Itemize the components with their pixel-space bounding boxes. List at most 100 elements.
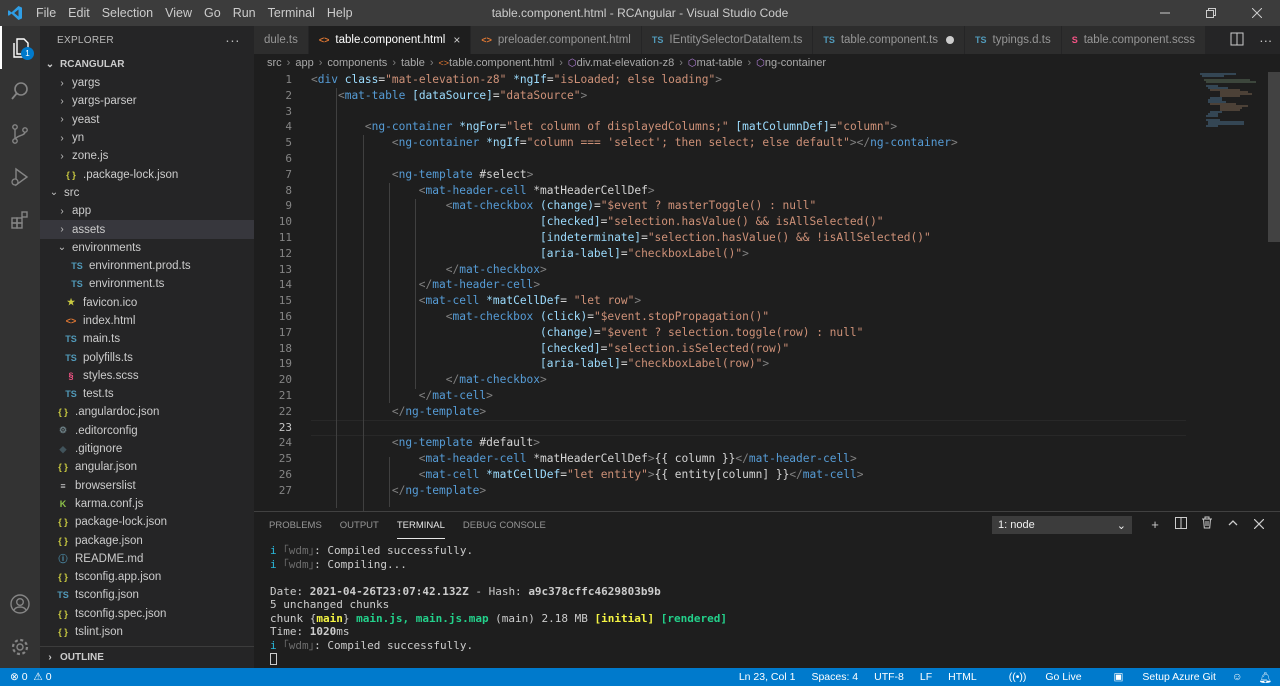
tree-item[interactable]: { } .package-lock.json <box>40 165 254 183</box>
close-panel-icon[interactable] <box>1246 516 1272 534</box>
unsaved-dot-icon[interactable] <box>946 36 955 44</box>
editor-scrollbar[interactable] <box>1268 72 1280 242</box>
run-debug-activity-icon[interactable] <box>0 155 40 198</box>
editor-tab[interactable]: TS typings.d.ts <box>965 26 1062 54</box>
breadcrumb-item[interactable]: div.mat-elevation-z8 <box>577 57 675 69</box>
menu-terminal[interactable]: Terminal <box>262 0 321 26</box>
tree-item-label: karma.conf.js <box>75 497 144 510</box>
terminal-select[interactable]: 1: node ⌄ <box>992 516 1132 534</box>
breadcrumb-item[interactable]: mat-table <box>697 57 743 69</box>
menu-file[interactable]: File <box>30 0 62 26</box>
split-editor-icon[interactable] <box>1230 32 1244 49</box>
tree-item[interactable]: { } tslint.json <box>40 623 254 641</box>
panel-tab[interactable]: OUTPUT <box>340 512 379 539</box>
panel-tab[interactable]: DEBUG CONSOLE <box>463 512 546 539</box>
menu-run[interactable]: Run <box>227 0 262 26</box>
tree-item[interactable]: ⌄ environments <box>40 239 254 257</box>
feedback-icon[interactable]: ☺ <box>1232 671 1243 683</box>
tree-item[interactable]: TS main.ts <box>40 330 254 348</box>
trash-icon[interactable] <box>1194 516 1220 534</box>
breadcrumb-item[interactable]: ng-container <box>765 57 826 69</box>
editor-tab[interactable]: <> table.component.html × <box>308 26 472 54</box>
editor-tab[interactable]: TS table.component.ts <box>813 26 966 54</box>
breadcrumb-item[interactable]: components <box>327 57 387 69</box>
tree-item[interactable]: ★ favicon.ico <box>40 294 254 312</box>
editor-tab[interactable]: Stable.component.scss <box>1061 26 1206 54</box>
tree-item[interactable]: › yn <box>40 129 254 147</box>
language-mode[interactable]: HTML <box>948 671 977 683</box>
tree-item[interactable]: Kkarma.conf.js <box>40 495 254 513</box>
indentation[interactable]: Spaces: 4 <box>811 671 858 683</box>
restore-button[interactable] <box>1188 0 1234 26</box>
tree-item[interactable]: { } package-lock.json <box>40 513 254 531</box>
terminal-output[interactable]: i ｢wdm｣: Compiled successfully. i ｢wdm｣:… <box>270 544 727 666</box>
editor-actions: ··· <box>1222 26 1280 54</box>
editor-tab[interactable]: <> preloader.component.html <box>471 26 642 54</box>
breadcrumb-item[interactable]: table <box>401 57 425 69</box>
search-activity-icon[interactable] <box>0 69 40 112</box>
breadcrumb-item[interactable]: app <box>295 57 313 69</box>
manage-gear-icon[interactable] <box>0 625 40 668</box>
more-actions-icon[interactable]: ··· <box>225 32 240 48</box>
code-lines[interactable]: <div class="mat-elevation-z8" *ngIf="isL… <box>311 72 1191 499</box>
tree-item[interactable]: ⚙ .editorconfig <box>40 422 254 440</box>
problems-status[interactable]: ⊗ 0 ⚠ 0 <box>0 671 52 683</box>
panel-tab[interactable]: TERMINAL <box>396 512 445 539</box>
more-actions-icon[interactable]: ··· <box>1259 33 1272 48</box>
tree-item[interactable]: § styles.scss <box>40 367 254 385</box>
tree-item[interactable]: { } angular.json <box>40 458 254 476</box>
tree-item[interactable]: TS environment.ts <box>40 275 254 293</box>
editor-tab[interactable]: dule.ts <box>254 26 309 54</box>
breadcrumb-item[interactable]: src <box>267 57 282 69</box>
tree-item[interactable]: { } .angulardoc.json <box>40 403 254 421</box>
end-of-line[interactable]: LF <box>920 671 932 683</box>
menu-view[interactable]: View <box>159 0 198 26</box>
tree-item[interactable]: TS polyfills.ts <box>40 348 254 366</box>
tree-item[interactable]: <> index.html <box>40 312 254 330</box>
menu-selection[interactable]: Selection <box>96 0 159 26</box>
new-terminal-icon[interactable]: + <box>1142 516 1168 534</box>
tree-item[interactable]: TS environment.prod.ts <box>40 257 254 275</box>
tree-item[interactable]: › assets <box>40 220 254 239</box>
tree-item[interactable]: › yargs-parser <box>40 92 254 110</box>
menu-help[interactable]: Help <box>321 0 359 26</box>
accounts-icon[interactable] <box>0 582 40 625</box>
tree-item[interactable]: › yargs <box>40 74 254 92</box>
tree-item[interactable]: › zone.js <box>40 147 254 165</box>
explorer-activity-icon[interactable]: 1 <box>0 26 40 69</box>
tree-item[interactable]: › yeast <box>40 111 254 129</box>
tree-item[interactable]: { } tsconfig.app.json <box>40 568 254 586</box>
split-terminal-icon[interactable] <box>1168 516 1194 534</box>
minimize-button[interactable] <box>1142 0 1188 26</box>
outline-section[interactable]: › OUTLINE <box>40 646 254 668</box>
tree-item[interactable]: ⓘ README.md <box>40 550 254 568</box>
menu-edit[interactable]: Edit <box>62 0 96 26</box>
tree-item[interactable]: { } tsconfig.spec.json <box>40 605 254 623</box>
tree-item[interactable]: TS tsconfig.json <box>40 586 254 604</box>
tree-item[interactable]: TS test.ts <box>40 385 254 403</box>
close-window-button[interactable] <box>1234 0 1280 26</box>
notifications-bell-icon[interactable]: 🔔︎ <box>1259 671 1272 684</box>
tree-item-label: favicon.ico <box>83 296 138 309</box>
azure-git-button[interactable]: ▣ Setup Azure Git <box>1098 671 1216 683</box>
tree-item[interactable]: ≡ browserslist <box>40 477 254 495</box>
code-editor[interactable]: 1 2 3 4 5 6 7 8 9 10 11 12 13 14 15 16 17 18 19 20 21 22 23 24 2… <box>254 72 1280 511</box>
encoding[interactable]: UTF-8 <box>874 671 904 683</box>
source-control-activity-icon[interactable] <box>0 112 40 155</box>
tree-item[interactable]: ⌄ src <box>40 184 254 202</box>
terminal-prompt[interactable] <box>270 652 727 666</box>
minimap[interactable] <box>1196 72 1266 142</box>
tree-item[interactable]: › app <box>40 202 254 220</box>
extensions-activity-icon[interactable] <box>0 198 40 241</box>
go-live-button[interactable]: ((•)) Go Live <box>993 671 1082 683</box>
cursor-position[interactable]: Ln 23, Col 1 <box>739 671 796 683</box>
tree-item[interactable]: { } package.json <box>40 531 254 549</box>
panel-tab[interactable]: PROBLEMS <box>269 512 322 539</box>
menu-go[interactable]: Go <box>198 0 227 26</box>
project-section[interactable]: ⌄ RCANGULAR <box>40 54 254 74</box>
tree-item[interactable]: ◆ .gitignore <box>40 440 254 458</box>
editor-tab[interactable]: TS IEntitySelectorDataItem.ts <box>641 26 814 54</box>
maximize-panel-icon[interactable] <box>1220 516 1246 534</box>
breadcrumb-item[interactable]: table.component.html <box>449 57 554 69</box>
close-tab-icon[interactable]: × <box>453 33 460 47</box>
